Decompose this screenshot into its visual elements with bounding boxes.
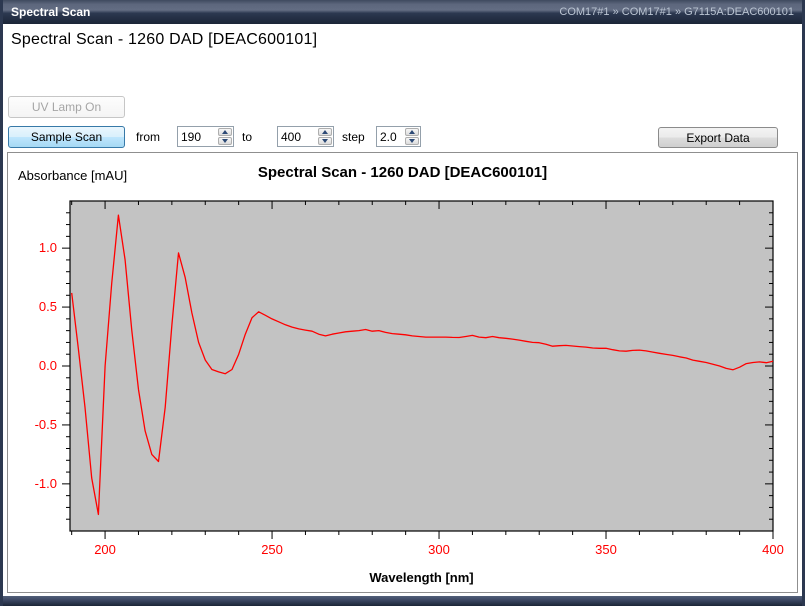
x-axis-label: Wavelength [nm] [8,570,805,585]
titlebar: Spectral Scan COM17#1 » COM17#1 » G7115A… [3,0,802,24]
from-spin-arrows [217,127,233,146]
step-spin-arrows [404,127,420,146]
to-spin-up-button[interactable] [318,128,332,136]
to-spin-down-button[interactable] [318,137,332,145]
to-input[interactable] [278,127,317,146]
svg-text:0.0: 0.0 [39,358,57,373]
page-title: Spectral Scan - 1260 DAD [DEAC600101] [11,31,317,49]
app-window: Spectral Scan COM17#1 » COM17#1 » G7115A… [0,0,805,606]
from-spin-up-button[interactable] [218,128,232,136]
to-spinner [277,126,334,147]
svg-text:0.5: 0.5 [39,299,57,314]
svg-text:350: 350 [595,542,617,557]
sample-scan-button[interactable]: Sample Scan [8,126,125,148]
step-spinner [376,126,421,147]
svg-text:300: 300 [428,542,450,557]
bottom-bar [3,596,802,606]
svg-text:1.0: 1.0 [39,240,57,255]
svg-text:250: 250 [261,542,283,557]
to-spin-arrows [317,127,333,146]
from-spin-down-button[interactable] [218,137,232,145]
svg-text:200: 200 [94,542,116,557]
step-input[interactable] [377,127,404,146]
chart-panel: Absorbance [mAU] Spectral Scan - 1260 DA… [7,152,798,593]
to-label: to [242,129,252,145]
step-spin-down-button[interactable] [405,137,419,145]
svg-text:-1.0: -1.0 [35,476,57,491]
svg-text:-0.5: -0.5 [35,417,57,432]
arrow-down-icon [322,139,328,143]
breadcrumb: COM17#1 » COM17#1 » G7115A:DEAC600101 [559,6,794,18]
from-input[interactable] [178,127,217,146]
step-label: step [342,129,365,145]
arrow-up-icon [222,130,228,134]
step-spin-up-button[interactable] [405,128,419,136]
from-spinner [177,126,234,147]
arrow-down-icon [222,139,228,143]
spectral-scan-chart: 200 250 300 350 400 -1.0 -0.5 0.0 0.5 1.0 [8,153,797,592]
arrow-down-icon [409,139,415,143]
from-label: from [136,129,160,145]
svg-text:400: 400 [762,542,784,557]
arrow-up-icon [409,130,415,134]
arrow-up-icon [322,130,328,134]
x-axis-label-text: Wavelength [nm] [369,570,473,585]
titlebar-title: Spectral Scan [11,5,90,19]
uv-lamp-button[interactable]: UV Lamp On [8,96,125,118]
export-data-button[interactable]: Export Data [658,127,778,148]
